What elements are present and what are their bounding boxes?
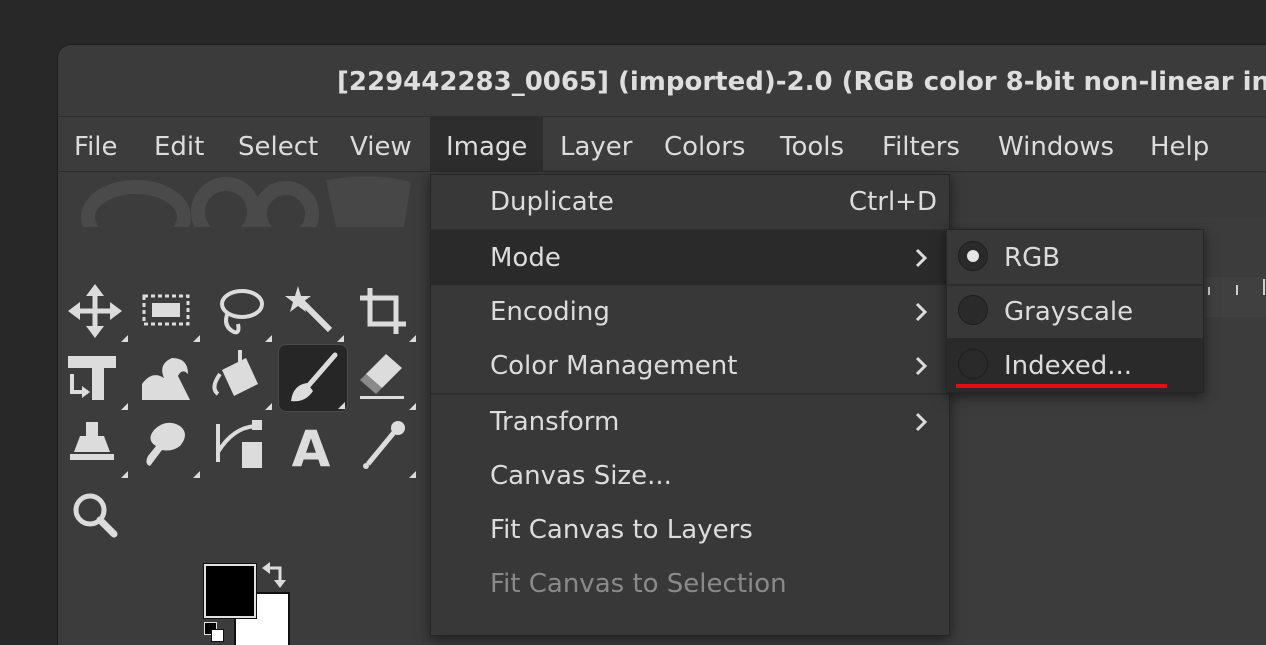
menu-edit[interactable]: Edit xyxy=(138,117,220,171)
tool-clone[interactable] xyxy=(60,412,130,480)
toolbox: A xyxy=(58,172,430,645)
menu-item-label: Grayscale xyxy=(1004,297,1134,327)
tool-smudge[interactable] xyxy=(132,412,202,480)
chevron-right-icon xyxy=(915,356,928,376)
bucket-fill-icon xyxy=(212,350,258,396)
foreground-color-swatch[interactable] xyxy=(203,563,257,619)
chevron-right-icon xyxy=(915,412,928,432)
tool-rect-select[interactable] xyxy=(132,276,202,344)
warp-transform-icon xyxy=(142,358,190,400)
unified-transform-icon xyxy=(68,356,116,400)
menu-image[interactable]: Image xyxy=(430,117,543,171)
menu-select[interactable]: Select xyxy=(222,117,334,171)
tool-paintbrush[interactable] xyxy=(278,344,348,412)
rect-select-icon xyxy=(142,294,190,326)
menu-item-label: Encoding xyxy=(490,297,610,327)
smudge-icon xyxy=(146,422,185,466)
menu-item-label: Duplicate xyxy=(490,187,614,217)
chevron-right-icon xyxy=(915,302,928,322)
menu-item-fit-canvas-to-selection: Fit Canvas to Selection xyxy=(431,557,949,611)
shortcut-label: Ctrl+D xyxy=(848,187,937,217)
menu-item-label: Canvas Size... xyxy=(490,461,672,491)
color-picker-icon xyxy=(363,421,405,469)
tool-text[interactable]: A xyxy=(276,412,346,480)
menu-item-rgb[interactable]: RGB xyxy=(947,230,1203,284)
menu-item-mode[interactable]: Mode xyxy=(431,231,949,285)
menu-tools[interactable]: Tools xyxy=(764,117,860,171)
tool-move[interactable] xyxy=(60,276,130,344)
window-title: [229442283_0065] (imported)-2.0 (RGB col… xyxy=(337,67,1266,97)
title-bar: [229442283_0065] (imported)-2.0 (RGB col… xyxy=(58,45,1266,117)
tool-fuzzy-select[interactable] xyxy=(276,276,346,344)
svg-text:A: A xyxy=(292,420,331,478)
paths-icon xyxy=(216,420,262,468)
menu-item-fit-canvas-to-layers[interactable]: Fit Canvas to Layers xyxy=(431,503,949,557)
menu-item-label: Indexed... xyxy=(1004,351,1133,381)
menu-item-label: Color Management xyxy=(490,351,738,381)
menu-filters[interactable]: Filters xyxy=(866,117,976,171)
crop-icon xyxy=(360,288,406,334)
menu-item-grayscale[interactable]: Grayscale xyxy=(947,284,1203,338)
default-colors-icon[interactable] xyxy=(204,622,228,645)
chevron-right-icon xyxy=(915,248,928,268)
menu-item-label: Mode xyxy=(490,243,561,273)
tool-lasso[interactable] xyxy=(204,276,274,344)
fg-bg-colors xyxy=(203,562,304,645)
menu-item-duplicate[interactable]: Duplicate Ctrl+D xyxy=(431,175,949,229)
text-icon: A xyxy=(292,420,331,478)
menu-item-color-management[interactable]: Color Management xyxy=(431,339,949,393)
menu-layer[interactable]: Layer xyxy=(544,117,649,171)
menu-windows[interactable]: Windows xyxy=(982,117,1130,171)
tool-paths[interactable] xyxy=(204,412,274,480)
radio-icon xyxy=(958,349,988,379)
swap-colors-icon[interactable] xyxy=(262,560,290,588)
menu-item-label: Fit Canvas to Layers xyxy=(490,515,753,545)
menu-item-label: Fit Canvas to Selection xyxy=(490,569,787,599)
eraser-icon xyxy=(360,354,404,399)
menu-item-transform[interactable]: Transform xyxy=(431,395,949,449)
radio-selected-icon xyxy=(958,241,988,271)
radio-icon xyxy=(958,295,988,325)
mode-submenu: RGB Grayscale Indexed... xyxy=(946,229,1204,393)
tool-options-strip xyxy=(949,172,1266,217)
tool-warp-transform[interactable] xyxy=(132,344,202,412)
wilber-logo xyxy=(81,176,411,227)
highlight-underline xyxy=(956,384,1167,388)
tool-zoom[interactable] xyxy=(60,480,130,548)
tool-crop[interactable] xyxy=(348,276,418,344)
menu-view[interactable]: View xyxy=(334,117,428,171)
move-icon xyxy=(68,284,122,338)
menu-colors[interactable]: Colors xyxy=(648,117,761,171)
menu-item-label: RGB xyxy=(1004,243,1061,273)
menu-item-canvas-size[interactable]: Canvas Size... xyxy=(431,449,949,503)
tool-unified-transform[interactable] xyxy=(60,344,130,412)
zoom-icon xyxy=(73,493,118,538)
menu-file[interactable]: File xyxy=(58,117,134,171)
tool-bucket-fill[interactable] xyxy=(204,344,274,412)
fuzzy-select-icon xyxy=(285,286,333,333)
lasso-icon xyxy=(220,289,264,335)
menu-item-encoding[interactable]: Encoding xyxy=(431,285,949,339)
menu-bar: File Edit Select View Image Layer Colors… xyxy=(58,117,1266,172)
tool-color-picker[interactable] xyxy=(348,412,418,480)
image-menu: Duplicate Ctrl+D Mode Encoding Color Man… xyxy=(430,174,950,636)
menu-item-label: Transform xyxy=(490,407,620,437)
clone-icon xyxy=(70,422,114,460)
menu-help[interactable]: Help xyxy=(1134,117,1225,171)
tool-eraser[interactable] xyxy=(348,344,418,412)
